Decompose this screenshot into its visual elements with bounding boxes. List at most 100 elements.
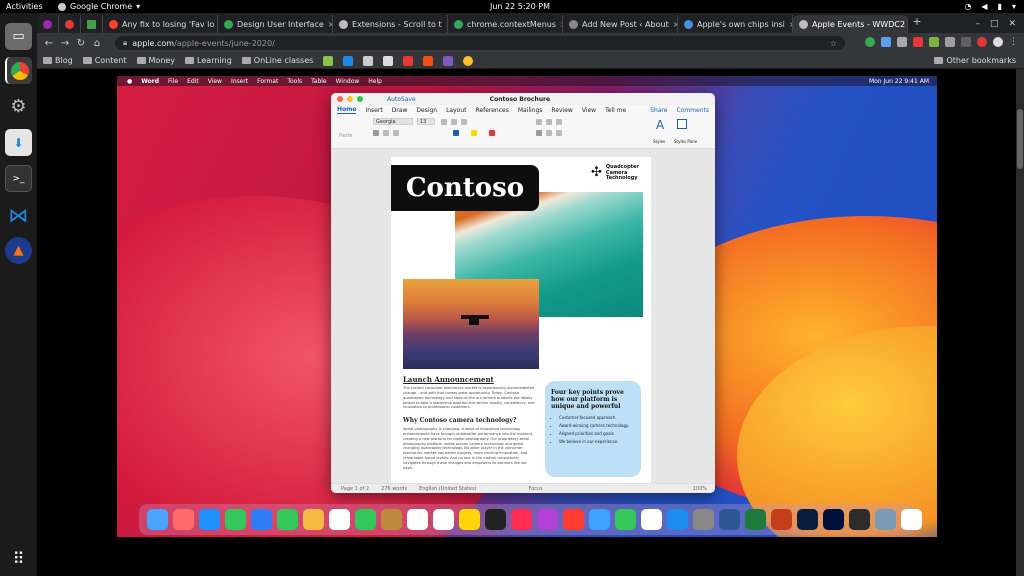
tab[interactable]: Add New Post ‹ About× xyxy=(563,15,678,33)
launch-heading: Launch Announcement xyxy=(403,375,494,384)
pinned-tab[interactable] xyxy=(59,15,81,33)
font-color-icon xyxy=(489,130,495,136)
extension-icon[interactable] xyxy=(929,37,939,47)
menu-icon[interactable]: ⋮ xyxy=(1009,37,1018,47)
extension-icon[interactable] xyxy=(865,37,875,47)
bookmark-item[interactable]: Learning xyxy=(185,56,232,65)
tab-active[interactable]: Apple Events - WWDC2× xyxy=(793,15,908,33)
document-canvas: Contoso ✣ Quadcopter Camera Technology L… xyxy=(331,149,715,487)
page-count: Page 1 of 2 xyxy=(341,485,370,492)
bookmark-icon[interactable] xyxy=(403,55,414,66)
apple-icon xyxy=(799,19,808,29)
scrollbar-thumb[interactable] xyxy=(1017,109,1023,169)
bookmark-icon[interactable] xyxy=(463,55,474,66)
extension-icon[interactable] xyxy=(881,37,891,47)
extension-icon[interactable] xyxy=(977,37,987,47)
styles-label: Styles xyxy=(653,139,666,144)
tab[interactable]: Extensions - Scroll to t× xyxy=(333,15,448,33)
url-path: /apple-events/june-2020/ xyxy=(174,38,275,48)
bookmarks-bar: Blog Content Money Learning OnLine class… xyxy=(37,53,1024,69)
dock-app-icon xyxy=(667,509,688,530)
home-icon[interactable]: ⌂ xyxy=(89,38,105,49)
list-icon xyxy=(556,119,562,125)
wifi-icon: ◔ xyxy=(964,2,972,11)
company-logo: ✣ Quadcopter Camera Technology xyxy=(591,164,652,182)
extension-icon[interactable] xyxy=(913,37,923,47)
dock-app-icon xyxy=(849,509,870,530)
app-icon[interactable]: ▲ xyxy=(5,237,32,264)
bookmark-label: OnLine classes xyxy=(253,56,314,65)
bookmark-item[interactable]: Content xyxy=(82,56,127,65)
system-tray[interactable]: ◔ ◀ ▮ ▾ xyxy=(964,2,1016,11)
vscode-icon[interactable]: ⋈ xyxy=(5,201,32,228)
mac-clock: Mon Jun 22 9:41 AM xyxy=(868,77,929,85)
dock-app-icon xyxy=(875,509,896,530)
key-point: Customer-focused approach. xyxy=(559,415,635,420)
minimize-icon[interactable]: – xyxy=(975,19,980,29)
text-effects-icon xyxy=(453,130,459,136)
pinned-tab[interactable] xyxy=(37,15,59,33)
mac-menu-bar: ● Word File Edit View Insert Format Tool… xyxy=(117,76,937,86)
avatar[interactable] xyxy=(993,37,1003,47)
address-bar[interactable]: 🔒︎ apple.com/apple-events/june-2020/ ☆ xyxy=(115,36,845,50)
other-bookmarks[interactable]: Other bookmarks xyxy=(934,56,1024,65)
brochure-heading: Contoso xyxy=(391,165,539,211)
show-apps-icon[interactable]: ⠿ xyxy=(5,545,32,572)
back-icon[interactable]: ← xyxy=(41,38,57,49)
terminal-icon[interactable]: >_ xyxy=(5,165,32,192)
extension-icon[interactable] xyxy=(897,37,907,47)
document-title: Contoso Brochure xyxy=(489,95,551,103)
dock-app-icon xyxy=(511,509,532,530)
maximize-icon xyxy=(357,96,363,102)
ribbon-tab: Draw xyxy=(391,106,408,114)
app-menu-label: Google Chrome xyxy=(70,2,133,11)
bookmark-icon[interactable] xyxy=(383,55,394,66)
dock-app-icon xyxy=(823,509,844,530)
toolbar: ← → ↻ ⌂ 🔒︎ apple.com/apple-events/june-2… xyxy=(37,33,1024,53)
tab[interactable]: Any fix to losing 'Fav lo× xyxy=(103,15,218,33)
extension-icon[interactable] xyxy=(945,37,955,47)
app-menu[interactable]: Google Chrome ▾ xyxy=(58,2,140,11)
software-icon[interactable]: ⬇ xyxy=(5,129,32,156)
files-icon[interactable]: ▭ xyxy=(5,23,32,50)
new-tab-button[interactable]: + xyxy=(908,15,926,33)
ribbon-icon xyxy=(461,119,467,125)
underline-icon xyxy=(393,130,399,136)
bookmark-star-icon[interactable]: ☆ xyxy=(830,39,837,48)
bookmark-item[interactable]: Blog xyxy=(43,56,73,65)
reload-icon[interactable]: ↻ xyxy=(73,38,89,49)
styles-pane-label: Styles Pane xyxy=(674,139,698,144)
tab[interactable]: Design User Interface× xyxy=(218,15,333,33)
page-scrollbar[interactable] xyxy=(1016,69,1024,576)
word-title-bar: AutoSave Contoso Brochure xyxy=(331,93,715,105)
bookmark-icon[interactable] xyxy=(443,55,454,66)
tab[interactable]: Apple's own chips insi× xyxy=(678,15,793,33)
chrome-window: Any fix to losing 'Fav lo× Design User I… xyxy=(37,13,1024,576)
clock[interactable]: Jun 22 5:20 PM xyxy=(490,2,550,11)
activities-button[interactable]: Activities xyxy=(6,2,43,11)
bookmark-icon[interactable] xyxy=(343,55,354,66)
page-content: ● Word File Edit View Insert Format Tool… xyxy=(37,69,1024,576)
puzzle-icon[interactable] xyxy=(961,37,971,47)
tab-title: chrome.contextMenus xyxy=(467,19,557,29)
bookmark-item[interactable]: OnLine classes xyxy=(241,56,314,65)
settings-icon[interactable]: ⚙ xyxy=(5,93,32,120)
bookmark-item[interactable]: Money xyxy=(136,56,175,65)
dock-app-icon xyxy=(745,509,766,530)
comments-button: Comments xyxy=(676,106,709,114)
forward-icon[interactable]: → xyxy=(57,38,73,49)
dock-app-icon xyxy=(641,509,662,530)
close-window-icon[interactable]: ✕ xyxy=(1008,19,1016,29)
bookmark-icon[interactable] xyxy=(323,55,334,66)
pinned-tab[interactable] xyxy=(81,15,103,33)
dock-app-icon xyxy=(563,509,584,530)
maximize-icon[interactable]: □ xyxy=(990,19,999,29)
chrome-icon[interactable] xyxy=(5,57,32,84)
other-bookmarks-label: Other bookmarks xyxy=(946,56,1016,65)
bookmark-icon[interactable] xyxy=(363,55,374,66)
styles-pane-icon xyxy=(677,119,687,129)
tab[interactable]: chrome.contextMenus× xyxy=(448,15,563,33)
font-name-box: Georgia xyxy=(373,118,413,125)
bookmark-icon[interactable] xyxy=(423,55,434,66)
chevron-down-icon: ▾ xyxy=(1011,2,1016,11)
